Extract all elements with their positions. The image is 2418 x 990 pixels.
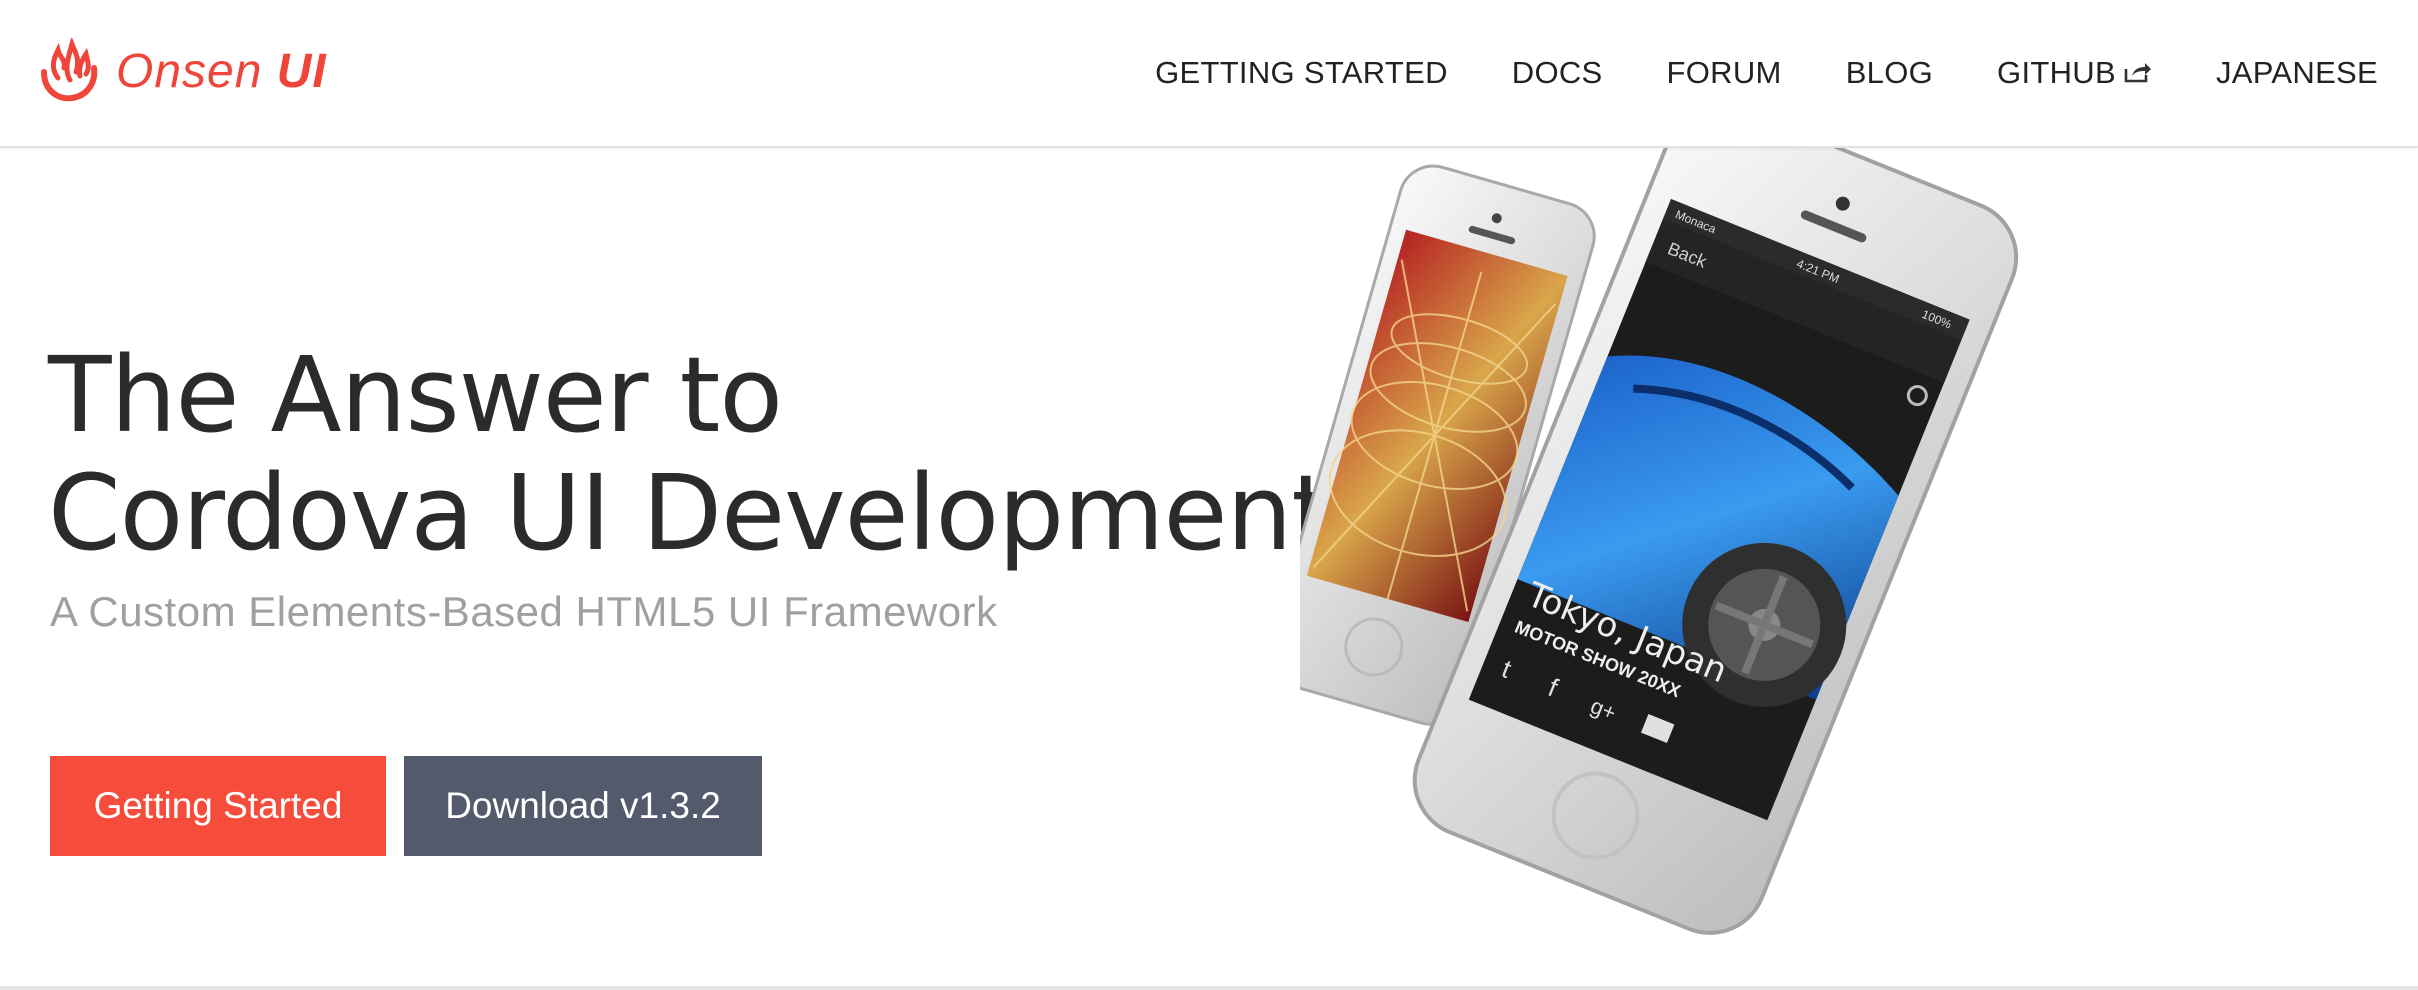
top-navbar: Onsen UI GETTING STARTED DOCS FORUM BLOG…	[0, 0, 2418, 148]
nav-forum[interactable]: FORUM	[1667, 55, 1782, 91]
phones-illustration: Monaca 4:21 PM 100% Back Tokyo, Japan MO…	[1300, 148, 2019, 935]
main-nav: GETTING STARTED DOCS FORUM BLOG GITHUB J…	[1091, 0, 2378, 146]
nav-blog[interactable]: BLOG	[1846, 55, 1933, 91]
brand-name: Onsen UI	[116, 44, 327, 98]
onsen-ui-logo[interactable]: Onsen UI	[36, 36, 327, 106]
hero-title-line2: Cordova UI Development	[48, 452, 1332, 574]
getting-started-button[interactable]: Getting Started	[50, 756, 386, 856]
download-button[interactable]: Download v1.3.2	[404, 756, 762, 856]
nav-japanese[interactable]: JAPANESE	[2216, 55, 2378, 91]
nav-github-label: GITHUB	[1997, 55, 2116, 90]
hero-title: The Answer to Cordova UI Development	[48, 334, 1332, 574]
bottom-divider	[0, 986, 2418, 990]
nav-getting-started[interactable]: GETTING STARTED	[1155, 55, 1448, 91]
nav-github[interactable]: GITHUB	[1997, 55, 2152, 91]
nav-docs[interactable]: DOCS	[1512, 55, 1603, 91]
onsen-flame-icon	[41, 38, 98, 102]
hero-section: The Answer to Cordova UI Development A C…	[0, 148, 2418, 988]
hero-subtitle: A Custom Elements-Based HTML5 UI Framewo…	[50, 588, 998, 635]
hero-title-line1: The Answer to	[48, 334, 783, 456]
external-link-icon	[2124, 55, 2152, 91]
